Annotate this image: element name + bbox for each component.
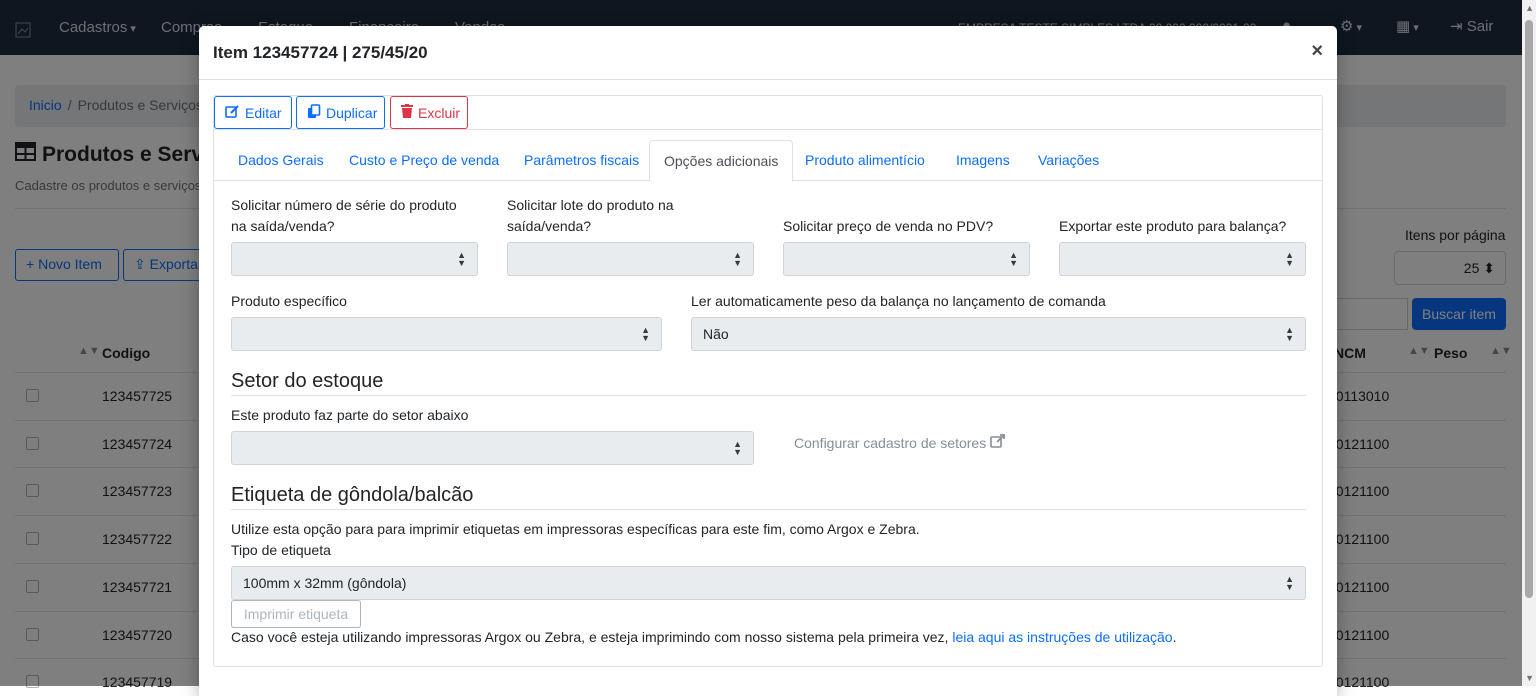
tab-variacoes[interactable]: Variações — [1024, 140, 1113, 181]
item-tabs: Dados Gerais Custo e Preço de venda Parâ… — [214, 140, 1322, 182]
modal-header: Item 123457724 | 275/45/20 × — [199, 26, 1337, 80]
tab-produto-alimenticio[interactable]: Produto alimentício — [791, 140, 939, 181]
trash-icon — [401, 104, 413, 121]
edit-icon — [225, 104, 240, 122]
label-type-select[interactable]: 100mm x 32mm (gôndola) ▲ ▼ — [231, 566, 1306, 600]
label-type-label: Tipo de etiqueta — [231, 542, 331, 558]
select-arrows-icon: ▲ ▼ — [733, 250, 742, 268]
tab-opcoes-adicionais[interactable]: Opções adicionais — [649, 140, 794, 182]
label-type-value: 100mm x 32mm (gôndola) — [243, 575, 407, 591]
duplicate-label: Duplicar — [326, 104, 378, 121]
scroll-up-icon[interactable]: ▲ — [1525, 3, 1534, 13]
configure-sectors-link[interactable]: Configurar cadastro de setores — [794, 434, 1006, 451]
delete-label: Excluir — [418, 104, 461, 121]
tab-imagens[interactable]: Imagens — [942, 140, 1024, 181]
item-modal: Item 123457724 | 275/45/20 × Editar Dupl… — [199, 26, 1337, 696]
print-label-button[interactable]: Imprimir etiqueta — [231, 600, 361, 628]
auto-weight-value: Não — [703, 326, 729, 342]
stock-sector-label: Este produto faz parte do setor abaixo — [231, 407, 469, 423]
delete-button[interactable]: Excluir — [390, 96, 468, 129]
scroll-down-icon[interactable]: ▼ — [1525, 673, 1534, 683]
select-arrows-icon: ▲ ▼ — [457, 250, 466, 268]
specific-product-select[interactable]: ▲ ▼ — [231, 317, 662, 351]
duplicate-button[interactable]: Duplicar — [296, 96, 385, 129]
stock-sector-title: Setor do estoque — [231, 370, 1306, 396]
tab-parametros-fiscais[interactable]: Parâmetros fiscais — [510, 140, 653, 181]
item-detail-card: Dados Gerais Custo e Preço de venda Parâ… — [213, 129, 1323, 667]
select-arrows-icon: ▲ ▼ — [733, 439, 742, 457]
label-section-description: Utilize esta opção para para imprimir et… — [231, 521, 920, 537]
scrollbar-thumb[interactable] — [1525, 20, 1533, 598]
auto-weight-select[interactable]: Não ▲ ▼ — [691, 317, 1306, 351]
label-section-title: Etiqueta de gôndola/balcão — [231, 484, 1306, 510]
edit-button[interactable]: Editar — [214, 96, 292, 129]
stock-sector-select[interactable]: ▲ ▼ — [231, 431, 754, 465]
serial-number-select[interactable]: ▲ ▼ — [231, 242, 478, 276]
scale-export-label: Exportar este produto para balança? — [1059, 218, 1287, 234]
select-arrows-icon: ▲ ▼ — [1285, 325, 1294, 343]
external-link-icon — [990, 434, 1006, 451]
select-arrows-icon: ▲ ▼ — [641, 325, 650, 343]
edit-label: Editar — [245, 104, 282, 121]
modal-title: Item 123457724 | 275/45/20 — [213, 43, 428, 62]
copy-icon — [307, 103, 321, 122]
scrollbar[interactable]: ▲ ▼ — [1522, 0, 1536, 686]
lot-label: Solicitar lote do produto na saída/venda… — [507, 197, 674, 234]
tab-dados-gerais[interactable]: Dados Gerais — [224, 140, 338, 181]
modal-action-bar: Editar Duplicar Excluir — [213, 95, 1323, 129]
close-icon[interactable]: × — [1311, 40, 1323, 63]
specific-product-label: Produto específico — [231, 293, 347, 309]
printer-note-text: Caso você esteja utilizando impressoras … — [231, 629, 953, 645]
serial-number-label: Solicitar número de série do produto na … — [231, 197, 457, 234]
select-arrows-icon: ▲ ▼ — [1285, 574, 1294, 592]
pdv-price-select[interactable]: ▲ ▼ — [783, 242, 1030, 276]
select-arrows-icon: ▲ ▼ — [1009, 250, 1018, 268]
configure-sectors-label: Configurar cadastro de setores — [794, 434, 987, 451]
lot-select[interactable]: ▲ ▼ — [507, 242, 754, 276]
auto-weight-label: Ler automaticamente peso da balança no l… — [691, 293, 1106, 309]
select-arrows-icon: ▲ ▼ — [1285, 250, 1294, 268]
tab-custo-preco[interactable]: Custo e Preço de venda — [335, 140, 513, 181]
pdv-price-label: Solicitar preço de venda no PDV? — [783, 218, 994, 234]
printer-note: Caso você esteja utilizando impressoras … — [231, 629, 1176, 645]
instructions-link[interactable]: leia aqui as instruções de utilização — [952, 629, 1172, 645]
scale-export-select[interactable]: ▲ ▼ — [1059, 242, 1306, 276]
printer-note-suffix: . — [1172, 629, 1177, 645]
